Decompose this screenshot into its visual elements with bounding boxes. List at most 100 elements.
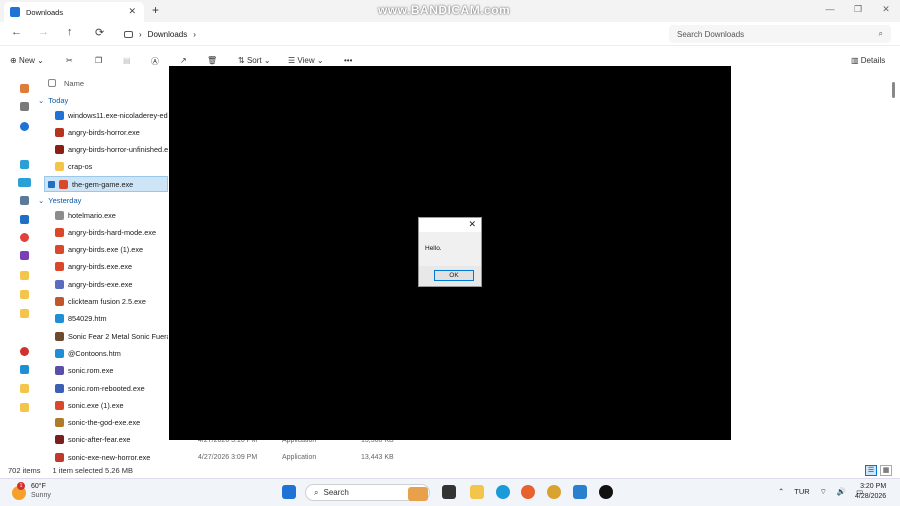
rename-icon[interactable]: Ⓐ [151,56,159,67]
start-icon[interactable] [282,485,296,499]
search-input[interactable]: Search Downloads ⌕ [669,25,891,43]
file-icon [55,418,64,428]
firefox-icon[interactable] [521,485,535,499]
file-row[interactable]: sonic.rom-rebooted.exe [44,380,168,396]
file-row[interactable]: 854029.htm [44,311,168,327]
file-row[interactable]: Sonic Fear 2 Metal Sonic Fuera de [44,328,168,344]
type-cell: Application [282,454,317,461]
breadcrumb-downloads[interactable]: Downloads [148,30,188,39]
dialog-close-icon[interactable]: ✕ [468,219,476,230]
network-icon[interactable] [20,403,29,412]
back-button[interactable]: ← [11,26,22,38]
bandicam-icon[interactable] [599,485,613,499]
chrome-icon[interactable] [547,485,561,499]
file-icon [55,162,64,172]
documents-icon[interactable] [20,196,29,205]
file-row[interactable]: sonic-after-fear.exe [44,432,168,448]
select-all-checkbox[interactable] [48,79,56,87]
pictures-icon[interactable] [20,215,29,224]
refresh-button[interactable]: ⟳ [95,26,104,39]
close-button[interactable]: ✕ [872,0,900,18]
file-row[interactable]: angry-birds-hard-mode.exe [44,224,168,240]
music-icon[interactable] [20,233,29,242]
file-row[interactable]: angry-birds-exe.exe [44,276,168,292]
forward-button[interactable]: → [38,26,49,38]
more-options-button[interactable]: ••• [344,56,352,65]
file-row[interactable]: angry-birds.exe.exe [44,259,168,275]
file-row[interactable]: sonic.rom.exe [44,363,168,379]
minimize-button[interactable]: — [816,0,844,18]
search-icon: ⌕ [314,487,319,497]
selection-info: 1 item selected 5.26 MB [52,465,133,475]
pinned-item-icon[interactable] [20,347,29,356]
app-icon[interactable] [573,485,587,499]
breadcrumb[interactable]: › Downloads › [120,25,660,43]
up-button[interactable]: ↑ [67,26,73,38]
copy-icon[interactable]: ❐ [95,56,102,65]
new-tab-button[interactable]: + [152,3,159,17]
view-button[interactable]: ☰ View ⌄ [288,56,324,65]
desktop-icon[interactable] [20,160,29,169]
file-icon [55,145,64,155]
sort-button[interactable]: ⇅ Sort ⌄ [238,56,271,65]
group-header-yesterday[interactable]: ⌄ Yesterday [38,196,81,205]
downloads-sidebar-icon[interactable] [18,178,31,187]
gallery-icon[interactable] [20,102,29,111]
ok-button[interactable]: OK [434,270,474,281]
wifi-icon[interactable]: ⌔ [820,487,827,497]
file-row[interactable]: angry-birds.exe (1).exe [44,242,168,258]
videos-icon[interactable] [20,251,29,260]
file-name: windows11.exe-nicoladerey-editi [68,110,168,120]
chevron-down-icon: ⌄ [38,196,45,205]
paste-icon[interactable]: ▤ [123,56,131,65]
folder-icon[interactable] [20,384,29,393]
volume-icon[interactable]: 🔊 [837,487,846,497]
cut-icon[interactable]: ✂ [66,56,73,65]
weather-condition: Sunny [31,492,51,499]
tiles-view-icon[interactable]: ▦ [880,465,892,476]
row-checkbox[interactable] [48,180,55,188]
file-name: clickteam fusion 2.5.exe [68,297,146,306]
group-header-today[interactable]: ⌄ Today [38,96,68,105]
time: 3:20 PM [860,483,887,490]
file-row[interactable]: @Contoons.htm [44,345,168,361]
scrollbar-thumb[interactable] [892,82,895,98]
file-explorer-icon[interactable] [470,485,484,499]
scrollbar[interactable] [892,82,896,452]
folder-icon[interactable] [20,290,29,299]
task-view-icon[interactable] [442,485,456,499]
tab-close-icon[interactable]: ✕ [128,6,136,17]
file-name: sonic-the-god-exe.exe [68,418,141,428]
navigation-pane [0,74,33,462]
new-button[interactable]: ⊕ New ⌄ [10,56,44,65]
name-column-header[interactable]: Name [64,79,84,88]
file-row[interactable]: crap-os [44,159,168,175]
folder-icon[interactable] [20,271,29,280]
file-row[interactable]: angry-birds-horror.exe [44,124,168,140]
tray-overflow-icon[interactable]: ⌃ [778,487,784,497]
language-indicator[interactable]: TUR [794,487,809,497]
file-row[interactable]: sonic.exe (1).exe [44,397,168,413]
onedrive-icon[interactable] [20,122,29,131]
this-pc-sidebar-icon[interactable] [20,365,29,374]
file-row[interactable]: clickteam fusion 2.5.exe [44,294,168,310]
delete-icon[interactable]: 🗑 [207,56,217,65]
item-count: 702 items [8,465,41,475]
weather-widget[interactable]: 1 60°F Sunny [12,482,51,500]
file-row[interactable]: angry-birds-horror-unfinished.exe [44,142,168,158]
clock[interactable]: 3:20 PM 4/28/2026 [855,482,886,502]
file-name: sonic.exe (1).exe [68,400,124,410]
file-row[interactable]: windows11.exe-nicoladerey-editi [44,107,168,123]
file-row[interactable]: hotelmario.exe [44,207,168,223]
file-row[interactable]: the-gem-game.exe [44,176,168,193]
file-row[interactable]: sonic-the-god-exe.exe [44,415,168,431]
details-button[interactable]: ▥ Details [851,56,885,65]
share-icon[interactable]: ↗ [180,56,187,65]
tab-downloads[interactable]: Downloads ✕ [4,2,144,22]
home-icon[interactable] [20,84,29,93]
file-name: sonic.rom-rebooted.exe [68,383,145,393]
folder-icon[interactable] [20,309,29,318]
maximize-button[interactable]: ❐ [844,0,872,18]
edge-icon[interactable] [496,485,510,499]
details-view-icon[interactable]: ☰ [865,465,877,476]
